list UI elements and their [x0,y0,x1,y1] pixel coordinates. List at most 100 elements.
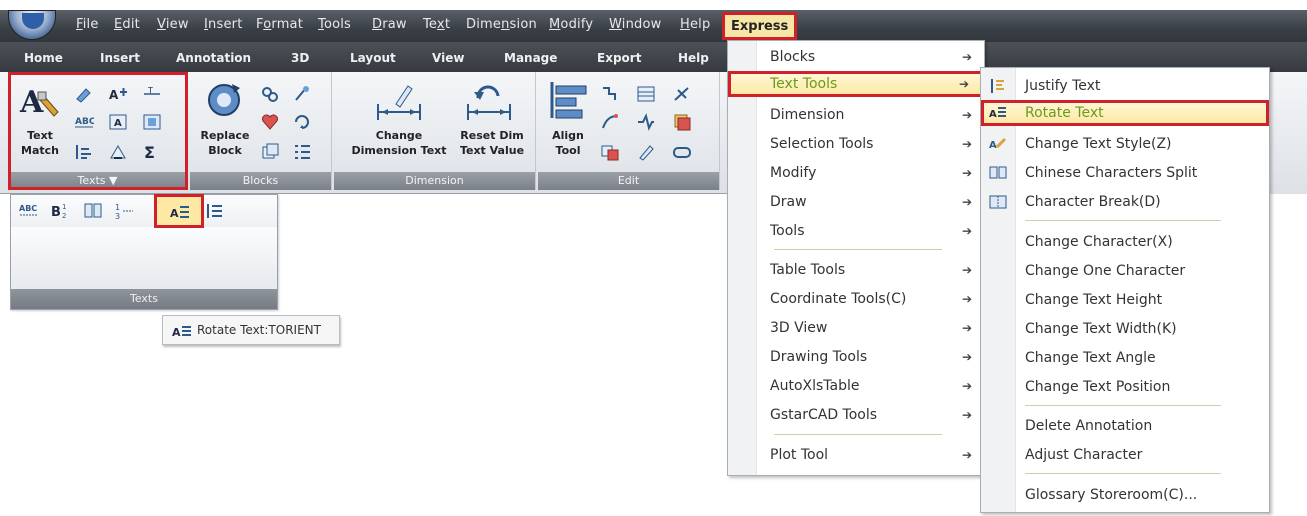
menu-tools[interactable]: Tools [318,17,351,32]
submenu-item-change-text-angle[interactable]: Change Text Angle [981,345,1269,371]
menu-format[interactable]: Format [256,17,303,32]
submenu-item-delete-annotation[interactable]: Delete Annotation [981,413,1269,439]
number-text-icon[interactable]: B 12 [51,201,71,221]
express-menu-item-coordinate-tools[interactable]: Coordinate Tools(C) ➔ [728,286,984,312]
submenu-item-change-text-position[interactable]: Change Text Position [981,374,1269,400]
express-menu-item-table-tools[interactable]: Table Tools ➔ [728,257,984,283]
menu-insert[interactable]: Insert [204,17,243,32]
blocks-panel: Replace Block Blocks [190,72,332,190]
block-heart-icon[interactable] [260,112,280,132]
text-underline-icon[interactable]: ABC [74,112,94,132]
submenu-item-change-text-height[interactable]: Change Text Height [981,287,1269,313]
express-menu-item-modify[interactable]: Modify ➔ [728,160,984,186]
text-match-button[interactable]: Text Match [16,128,64,158]
svg-text:3: 3 [115,212,120,221]
replace-block-icon [208,84,240,116]
edit-table-icon[interactable] [636,84,656,104]
menu-window[interactable]: Window [609,17,661,32]
text-style-icon[interactable] [108,142,128,162]
texts-flyout-title: Texts [11,289,277,309]
menu-view[interactable]: View [157,17,189,32]
blocks-panel-title[interactable]: Blocks [190,172,331,190]
express-menu-item-text-tools[interactable]: Text Tools ➔ [728,71,984,97]
menu-edit[interactable]: Edit [114,17,140,32]
tab-layout[interactable]: Layout [350,51,396,65]
submenu-arrow-icon: ➔ [958,77,969,91]
submenu-item-adjust-character[interactable]: Adjust Character [981,442,1269,468]
edit-break-icon[interactable] [600,84,620,104]
menu-express[interactable]: Express [722,12,798,40]
express-menu-item-drawing-tools[interactable]: Drawing Tools ➔ [728,344,984,370]
edit-wave-icon[interactable] [636,112,656,132]
block-refresh-icon[interactable] [292,112,312,132]
menu-text[interactable]: Text [423,17,450,32]
edit-curve-icon[interactable] [600,112,620,132]
texts-panel-title[interactable]: Texts ▼ [8,172,187,190]
text-align-icon[interactable] [74,142,94,162]
express-menu-item-tools[interactable]: Tools ➔ [728,218,984,244]
submenu-item-change-text-style[interactable]: A Change Text Style(Z) [981,131,1269,157]
text-mask-icon[interactable] [142,112,162,132]
express-menu-item-autoxlstable[interactable]: AutoXlsTable ➔ [728,373,984,399]
block-pick-icon[interactable] [292,84,312,104]
change-dimension-text-button[interactable]: Change Dimension Text [340,128,458,158]
abc-text-icon[interactable]: ABC [19,201,39,221]
tooltip-text: Rotate Text:TORIENT [197,323,321,337]
express-menu-item-dimension[interactable]: Dimension ➔ [728,102,984,128]
edit-layers-icon[interactable] [672,112,692,132]
sum-icon[interactable]: Σ [142,142,162,162]
express-menu-item-plot-tool[interactable]: Plot Tool ➔ [728,442,984,468]
tab-manage[interactable]: Manage [504,51,557,65]
menu-file[interactable]: File [76,17,99,32]
text-add-icon[interactable]: A [108,84,128,104]
menu-help[interactable]: Help [680,17,710,32]
text-between-icon[interactable]: T [142,84,162,104]
menu-dimension[interactable]: Dimension [466,17,537,32]
submenu-item-justify-text[interactable]: Justify Text [981,73,1269,99]
express-menu-item-3d-view[interactable]: 3D View ➔ [728,315,984,341]
express-menu-item-draw[interactable]: Draw ➔ [728,189,984,215]
submenu-item-chinese-characters-split[interactable]: Chinese Characters Split [981,160,1269,186]
svg-text:A: A [109,88,119,102]
block-link-icon[interactable] [260,84,280,104]
edit-link-icon[interactable] [672,142,692,162]
block-list-icon[interactable] [292,142,312,162]
express-menu-item-gstarcad-tools[interactable]: GstarCAD Tools ➔ [728,402,984,428]
reset-dim-text-value-button[interactable]: Reset Dim Text Value [452,128,532,158]
submenu-item-character-break[interactable]: Character Break(D) [981,189,1269,215]
tab-help[interactable]: Help [678,51,709,65]
submenu-arrow-icon: ➔ [961,108,972,122]
submenu-item-change-text-width[interactable]: Change Text Width(K) [981,316,1269,342]
align-tool-button[interactable]: Align Tool [544,128,592,158]
rotate-text-tool-button[interactable]: A [154,194,204,228]
text-sequence-icon[interactable]: 13 [115,201,135,221]
express-menu-item-selection-tools[interactable]: Selection Tools ➔ [728,131,984,157]
menu-separator [774,434,942,435]
edit-copy-icon[interactable] [600,142,620,162]
tab-3d[interactable]: 3D [291,51,309,65]
menu-modify[interactable]: Modify [549,17,593,32]
text-edit-icon[interactable] [74,84,94,104]
replace-block-button[interactable]: Replace Block [196,128,254,158]
submenu-item-rotate-text[interactable]: A Rotate Text [981,100,1269,126]
submenu-item-glossary-storeroom[interactable]: Glossary Storeroom(C)... [981,482,1269,508]
edit-pen-icon[interactable] [636,142,656,162]
menu-draw[interactable]: Draw [372,17,407,32]
application-logo-icon[interactable] [8,10,56,40]
tab-export[interactable]: Export [597,51,641,65]
submenu-arrow-icon: ➔ [961,224,972,238]
tab-home[interactable]: Home [24,51,63,65]
dimension-panel-title[interactable]: Dimension [334,172,535,190]
tab-insert[interactable]: Insert [100,51,140,65]
express-menu-item-blocks[interactable]: Blocks ➔ [728,44,984,70]
block-copy-icon[interactable] [260,142,280,162]
text-frame-icon[interactable]: A [108,112,128,132]
text-list-icon[interactable] [205,201,225,221]
tab-view[interactable]: View [432,51,464,65]
edit-panel-title[interactable]: Edit [538,172,719,190]
submenu-item-change-one-character[interactable]: Change One Character [981,258,1269,284]
tab-annotation[interactable]: Annotation [176,51,251,65]
submenu-item-change-character[interactable]: Change Character(X) [981,229,1269,255]
edit-trim-icon[interactable] [672,84,692,104]
text-split-icon[interactable] [83,201,103,221]
